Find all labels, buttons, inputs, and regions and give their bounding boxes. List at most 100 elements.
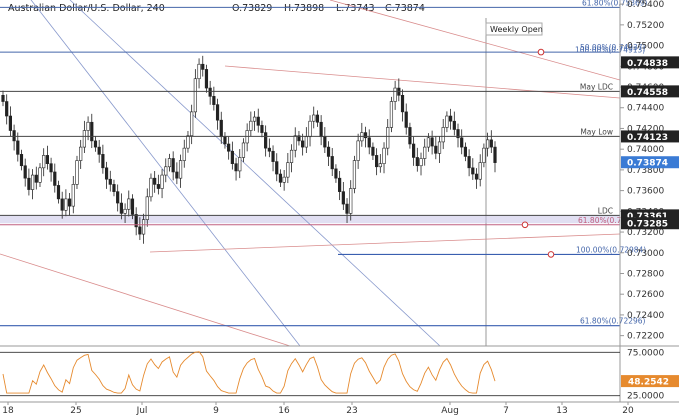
y-tick-label: 0.72400 <box>627 311 664 321</box>
candle-body <box>415 157 419 167</box>
candle-body <box>423 146 427 159</box>
x-tick-label: Aug <box>441 406 459 416</box>
fib-marker <box>521 221 529 229</box>
candle-body <box>441 127 445 143</box>
candle-body <box>489 139 493 148</box>
candle-body <box>252 116 257 122</box>
candle-body <box>79 146 83 161</box>
candle-body <box>56 185 61 200</box>
candle-body <box>301 140 305 148</box>
y-tick-label: 0.75400 <box>627 0 664 10</box>
y-tick-label: 0.75200 <box>627 21 664 31</box>
candle-body <box>112 184 116 192</box>
candle-body <box>445 115 449 128</box>
price-label: 0.74838 <box>627 59 668 69</box>
candle-body <box>264 132 268 149</box>
candle-body <box>145 196 149 220</box>
candle-body <box>478 162 482 180</box>
candle-body <box>286 162 290 178</box>
candle-body <box>238 157 242 172</box>
candle-body <box>108 178 112 185</box>
y-tick-label: 0.72800 <box>627 269 664 279</box>
candle-body <box>119 202 123 214</box>
candle-body <box>19 154 24 167</box>
ohlc-close: C.73874 <box>385 3 425 14</box>
candle-body <box>467 156 471 169</box>
candle-body <box>345 203 349 214</box>
ohlc-low: L.73743 <box>336 3 375 14</box>
candle-body <box>127 198 131 210</box>
y-tick-label: 0.73600 <box>627 187 664 197</box>
candle-body <box>164 166 168 176</box>
candle-body <box>312 114 316 122</box>
price-label: 0.74123 <box>627 133 668 143</box>
candle-body <box>249 120 253 131</box>
candle-body <box>323 136 327 148</box>
y-tick-label: 0.72200 <box>627 332 664 342</box>
rsi-tick-label: 75.0000 <box>627 348 664 358</box>
candle-body <box>304 136 308 148</box>
candle-body <box>363 132 368 139</box>
candle-body <box>219 119 223 138</box>
candle-body <box>393 87 397 102</box>
chart-title: Australian Dollar/U.S. Dollar, 240 <box>8 3 165 14</box>
candle-body <box>452 120 456 130</box>
candle-body <box>352 160 357 189</box>
candle-body <box>338 177 342 192</box>
candle-body <box>30 174 35 190</box>
candle-body <box>153 177 157 185</box>
candle-body <box>356 140 360 161</box>
candle-body <box>82 130 86 148</box>
candle-body <box>326 146 331 157</box>
candle-body <box>367 137 371 148</box>
x-tick-label: Jul <box>136 406 148 416</box>
price-label: 0.73874 <box>627 159 668 169</box>
candle-body <box>104 167 109 180</box>
x-tick-label: 7 <box>503 406 509 416</box>
candle-body <box>156 184 160 189</box>
weekly-open-label: Weekly Open <box>490 25 543 34</box>
ohlc-open: O.73829 <box>232 3 272 14</box>
fib-marker <box>537 48 545 56</box>
rsi-value-label: 48.2542 <box>628 378 669 388</box>
candle-body <box>1 95 5 102</box>
candle-body <box>93 140 98 148</box>
candle-body <box>278 173 283 183</box>
candle-body <box>471 167 475 175</box>
candle-body <box>86 121 90 131</box>
candle-body <box>12 130 16 142</box>
y-tick-label: 0.73000 <box>627 249 664 259</box>
candle-body <box>330 156 334 170</box>
candle-body <box>434 145 438 154</box>
rsi-tick-label: 25.0000 <box>627 392 664 402</box>
candle-body <box>201 63 205 70</box>
candle-body <box>101 154 105 169</box>
ohlc-high: H.73898 <box>284 3 324 14</box>
x-tick-label: 25 <box>70 406 81 416</box>
candle-body <box>167 158 172 168</box>
candle-body <box>260 125 264 133</box>
candle-body <box>190 111 194 137</box>
candle-body <box>215 104 220 121</box>
chart-background <box>0 0 679 416</box>
chart-canvas[interactable]: Australian Dollar/U.S. Dollar, 240 O.738… <box>0 0 679 416</box>
candle-body <box>382 147 386 164</box>
candle-body <box>386 127 390 149</box>
candle-body <box>90 121 94 142</box>
candle-body <box>486 139 490 149</box>
candle-body <box>482 147 486 163</box>
candle-body <box>289 149 294 163</box>
level-label: May Low <box>580 127 613 136</box>
candle-body <box>223 136 227 145</box>
price-label: 0.74558 <box>627 88 668 98</box>
candle-body <box>123 208 127 214</box>
x-tick-label: 18 <box>2 406 14 416</box>
candle-body <box>130 198 135 215</box>
candle-body <box>49 163 53 173</box>
candle-body <box>493 146 497 163</box>
x-tick-label: 9 <box>213 406 219 416</box>
candle-body <box>437 141 442 154</box>
candle-body <box>197 63 201 80</box>
candle-body <box>193 78 197 113</box>
candle-body <box>178 160 183 179</box>
